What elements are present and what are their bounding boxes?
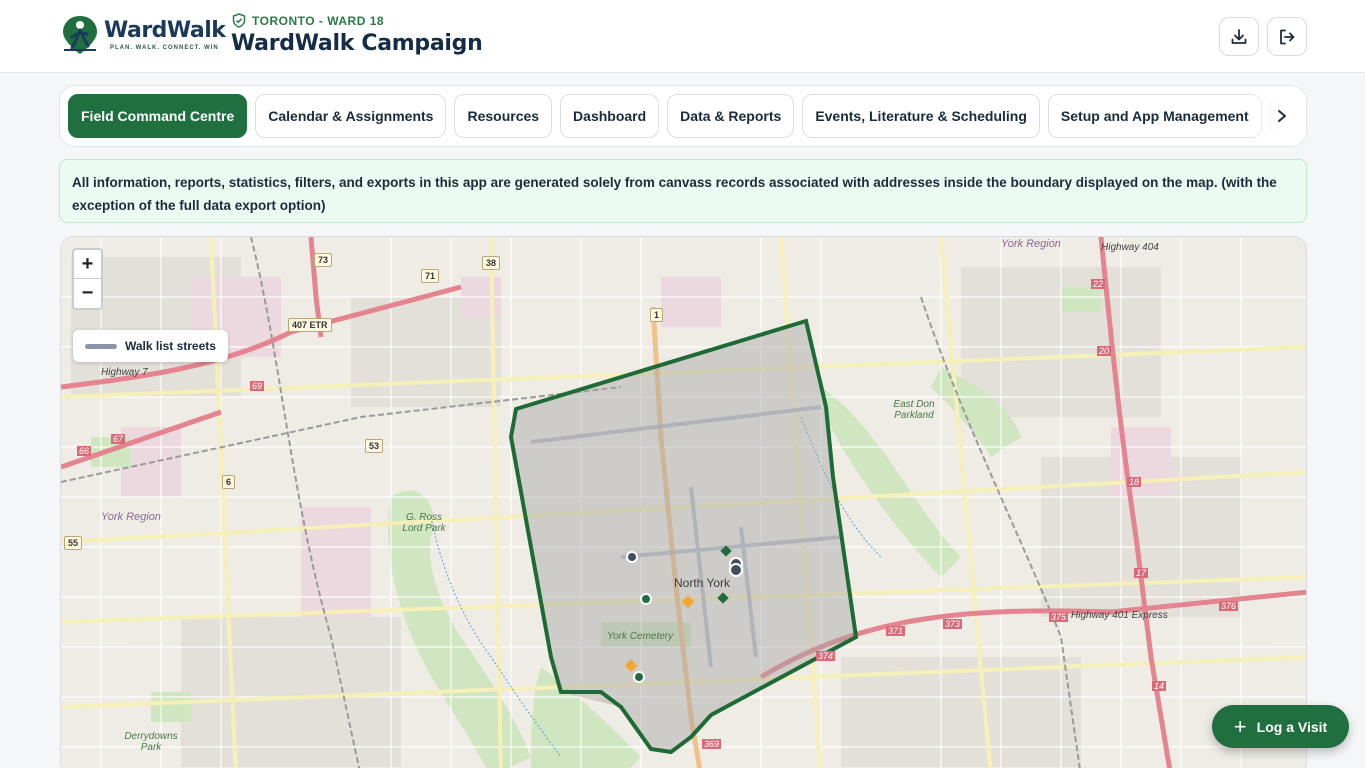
download-icon — [1231, 28, 1247, 44]
logout-button[interactable] — [1267, 17, 1307, 56]
label-york-cemetery: York Cemetery — [607, 631, 674, 642]
route-label-407-etr: 407 ETR — [288, 318, 332, 332]
label-g-ross-lord-park: G. Ross Lord Park — [402, 512, 446, 534]
tab-setup-app-management[interactable]: Setup and App Management — [1047, 94, 1262, 138]
walker-logo-icon — [63, 16, 97, 54]
tab-events-literature-scheduling[interactable]: Events, Literature & Scheduling — [802, 94, 1040, 138]
zoom-control: + − — [72, 248, 103, 310]
route-shield: 71 — [421, 269, 440, 283]
walk-list-swatch — [85, 343, 117, 349]
app-header: WardWalk PLAN. WALK. CONNECT. WIN TORONT… — [0, 0, 1365, 73]
region-text: TORONTO - WARD 18 — [252, 13, 385, 28]
map-legend: Walk list streets — [73, 330, 228, 362]
logo-text: WardWalk — [104, 18, 226, 43]
main-tabs: Field Command Centre Calendar & Assignme… — [59, 85, 1307, 147]
label-highway-404: Highway 404 — [1101, 242, 1159, 253]
highway-number: 376 — [1219, 601, 1239, 611]
wardwalk-logo: WardWalk PLAN. WALK. CONNECT. WIN — [60, 14, 226, 58]
tab-field-command-centre[interactable]: Field Command Centre — [68, 94, 248, 138]
label-north-york: North York — [674, 576, 731, 590]
highway-number: 67 — [111, 434, 126, 444]
highway-number: 20 — [1097, 346, 1112, 356]
route-shield: 73 — [314, 253, 333, 267]
logout-icon — [1280, 29, 1295, 44]
highway-number: 17 — [1134, 568, 1149, 578]
map-tiles[interactable] — [61, 237, 1307, 768]
logo-tagline: PLAN. WALK. CONNECT. WIN — [110, 45, 219, 51]
log-visit-button[interactable]: + Log a Visit — [1212, 705, 1349, 748]
highway-number: 18 — [1127, 477, 1142, 487]
legend-label: Walk list streets — [125, 339, 216, 353]
label-highway-7: Highway 7 — [101, 367, 148, 378]
route-shield: 53 — [365, 439, 384, 453]
plus-icon: + — [1233, 713, 1247, 739]
label-york-region-2: York Region — [1001, 238, 1061, 250]
chevron-right-icon — [1278, 110, 1286, 122]
zoom-in-button[interactable]: + — [74, 250, 101, 279]
highway-number: 373 — [943, 619, 963, 629]
label-derrydowns-park: Derrydowns Park — [124, 731, 178, 753]
route-shield: 6 — [222, 475, 236, 489]
tab-resources[interactable]: Resources — [454, 94, 553, 138]
boundary-notice: All information, reports, statistics, fi… — [59, 159, 1307, 223]
tabs-scroll-right-button[interactable] — [1272, 106, 1292, 126]
highway-number: 374 — [816, 651, 836, 661]
ward-map[interactable]: North York York Cemetery East Don Parkla… — [60, 236, 1307, 768]
page-title: WardWalk Campaign — [231, 31, 483, 56]
region-label: TORONTO - WARD 18 — [232, 13, 384, 28]
highway-number: 14 — [1152, 681, 1167, 691]
shield-check-icon — [232, 13, 246, 28]
label-east-don-parkland: East Don Parkland — [893, 399, 935, 421]
highway-number: 375 — [1049, 612, 1069, 622]
route-shield: 38 — [482, 256, 501, 270]
visit-marker[interactable] — [640, 593, 652, 605]
highway-number: 369 — [702, 739, 722, 749]
route-shield: 55 — [64, 536, 83, 550]
label-highway-401-express: Highway 401 Express — [1071, 610, 1168, 621]
highway-number: 22 — [1091, 279, 1106, 289]
highway-number: 66 — [77, 446, 92, 456]
zoom-out-button[interactable]: − — [74, 279, 101, 308]
tab-dashboard[interactable]: Dashboard — [560, 94, 660, 138]
visit-marker[interactable] — [633, 671, 645, 683]
highway-number: 69 — [250, 381, 265, 391]
download-button[interactable] — [1219, 17, 1259, 56]
visit-marker[interactable] — [729, 563, 743, 577]
log-visit-label: Log a Visit — [1256, 718, 1328, 735]
label-york-region: York Region — [101, 511, 161, 523]
highway-number: 371 — [886, 626, 906, 636]
visit-marker[interactable] — [626, 551, 638, 563]
route-shield: 1 — [650, 308, 664, 322]
tab-data-reports[interactable]: Data & Reports — [667, 94, 795, 138]
tab-calendar-assignments[interactable]: Calendar & Assignments — [255, 94, 447, 138]
